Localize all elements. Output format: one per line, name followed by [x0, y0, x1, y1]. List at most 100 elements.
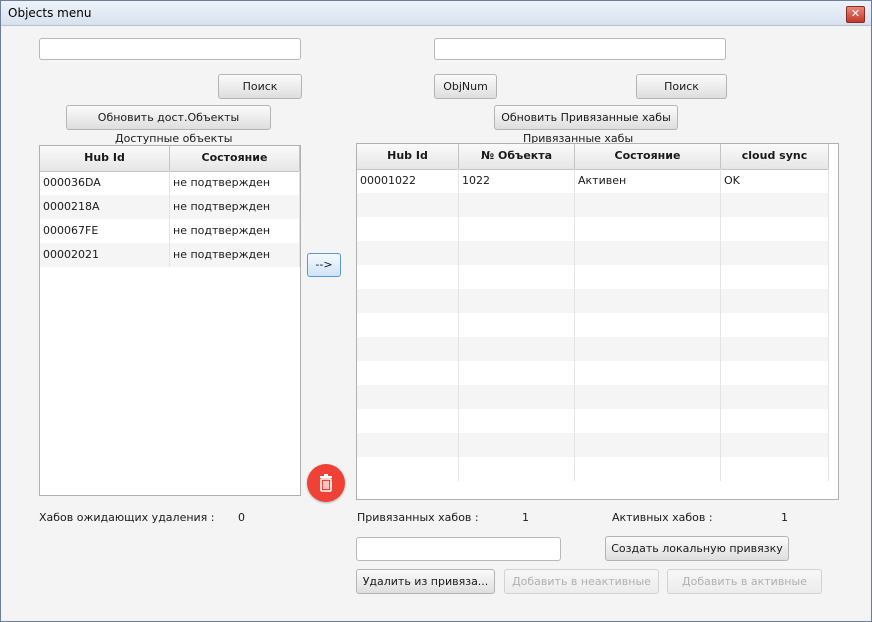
table-cell: 00001022	[357, 169, 459, 193]
table-row[interactable]	[357, 337, 829, 361]
table-cell	[459, 313, 575, 337]
bound-search-input[interactable]	[434, 38, 726, 60]
column-header-hub-id[interactable]: Hub Id	[40, 146, 170, 171]
table-cell	[575, 265, 721, 289]
table-cell: не подтвержден	[170, 243, 300, 267]
table-row[interactable]	[357, 313, 829, 337]
trash-icon	[320, 474, 332, 492]
refresh-bound-button[interactable]: Обновить Привязанные хабы	[494, 105, 678, 130]
window-content: Поиск Обновить дост.Объекты Доступные об…	[2, 26, 870, 620]
table-cell: не подтвержден	[170, 171, 300, 195]
table-cell	[575, 433, 721, 457]
table-cell	[357, 193, 459, 217]
active-hubs-label: Активных хабов :	[612, 511, 713, 524]
table-cell	[459, 409, 575, 433]
table-cell	[575, 217, 721, 241]
bound-hubs-label: Привязанных хабов :	[357, 511, 479, 524]
table-cell: не подтвержден	[170, 195, 300, 219]
bound-table-header: Hub Id № Объекта Состояние cloud sync	[357, 144, 829, 170]
table-row[interactable]: 00002021 не подтвержден	[40, 243, 300, 267]
table-row[interactable]	[357, 193, 829, 217]
table-cell	[459, 241, 575, 265]
table-cell	[357, 361, 459, 385]
delete-button[interactable]	[307, 464, 345, 502]
bound-table-body: 00001022 1022 Активен OK	[357, 169, 829, 481]
available-search-input[interactable]	[39, 38, 301, 60]
title-bar[interactable]: Objects menu ✕	[1, 1, 871, 26]
column-header-state[interactable]: Состояние	[170, 146, 300, 171]
table-cell	[459, 337, 575, 361]
add-to-active-button[interactable]: Добавить в активные	[667, 569, 822, 594]
bound-hubs-table[interactable]: Hub Id № Объекта Состояние cloud sync 00…	[356, 143, 839, 500]
table-cell	[459, 457, 575, 481]
close-button[interactable]: ✕	[846, 6, 865, 23]
table-cell	[575, 385, 721, 409]
table-row[interactable]: 000067FE не подтвержден	[40, 219, 300, 243]
column-header-state[interactable]: Состояние	[575, 144, 721, 169]
table-cell	[721, 337, 829, 361]
table-cell	[721, 289, 829, 313]
available-objects-table[interactable]: Hub Id Состояние 000036DA не подтвержден 0…	[39, 145, 301, 496]
objnum-button[interactable]: ObjNum	[434, 74, 497, 99]
refresh-available-button[interactable]: Обновить дост.Объекты	[66, 105, 271, 130]
column-header-cloud-sync[interactable]: cloud sync	[721, 144, 829, 169]
create-local-binding-button[interactable]: Создать локальную привязку	[605, 536, 789, 561]
available-search-button[interactable]: Поиск	[218, 74, 302, 99]
column-header-hub-id[interactable]: Hub Id	[357, 144, 459, 169]
pending-deletion-count: 0	[238, 511, 245, 524]
table-cell	[721, 457, 829, 481]
available-table-body: 000036DA не подтвержден 0000218A не подтвер…	[40, 171, 300, 267]
bound-search-button[interactable]: Поиск	[636, 74, 727, 99]
move-to-bound-button[interactable]: -->	[307, 253, 341, 277]
add-to-inactive-button[interactable]: Добавить в неактивные	[504, 569, 659, 594]
available-objects-caption: Доступные объекты	[115, 132, 233, 145]
table-row[interactable]	[357, 385, 829, 409]
remove-binding-button[interactable]: Удалить из привяза...	[356, 569, 495, 594]
table-row[interactable]: 00001022 1022 Активен OK	[357, 169, 829, 193]
table-cell	[721, 385, 829, 409]
table-cell	[459, 193, 575, 217]
table-cell: 000036DA	[40, 171, 170, 195]
table-cell	[357, 457, 459, 481]
table-cell: 00002021	[40, 243, 170, 267]
table-cell: 0000218A	[40, 195, 170, 219]
table-cell	[357, 289, 459, 313]
table-cell	[575, 193, 721, 217]
table-cell: OK	[721, 169, 829, 193]
table-row[interactable]: 000036DA не подтвержден	[40, 171, 300, 195]
table-cell	[721, 361, 829, 385]
table-cell	[357, 337, 459, 361]
table-cell	[459, 265, 575, 289]
table-cell	[459, 433, 575, 457]
available-table-header: Hub Id Состояние	[40, 146, 300, 172]
table-row[interactable]	[357, 289, 829, 313]
table-row[interactable]	[357, 433, 829, 457]
table-row[interactable]	[357, 457, 829, 481]
column-header-object-number[interactable]: № Объекта	[459, 144, 575, 169]
table-row[interactable]	[357, 361, 829, 385]
table-row[interactable]	[357, 409, 829, 433]
table-cell	[721, 193, 829, 217]
table-row[interactable]	[357, 241, 829, 265]
table-cell	[459, 385, 575, 409]
table-cell: Активен	[575, 169, 721, 193]
bound-hubs-count: 1	[522, 511, 529, 524]
table-cell	[575, 313, 721, 337]
table-cell	[721, 265, 829, 289]
table-row[interactable]: 0000218A не подтвержден	[40, 195, 300, 219]
pending-deletion-label: Хабов ожидающих удаления :	[39, 511, 215, 524]
table-cell: не подтвержден	[170, 219, 300, 243]
table-cell	[575, 241, 721, 265]
table-cell	[721, 217, 829, 241]
table-cell	[357, 433, 459, 457]
table-cell	[721, 313, 829, 337]
table-cell	[575, 361, 721, 385]
table-row[interactable]	[357, 265, 829, 289]
local-binding-input[interactable]	[356, 537, 561, 561]
table-cell	[357, 313, 459, 337]
table-cell	[459, 217, 575, 241]
table-cell	[575, 289, 721, 313]
table-cell	[459, 361, 575, 385]
table-cell	[357, 241, 459, 265]
table-row[interactable]	[357, 217, 829, 241]
